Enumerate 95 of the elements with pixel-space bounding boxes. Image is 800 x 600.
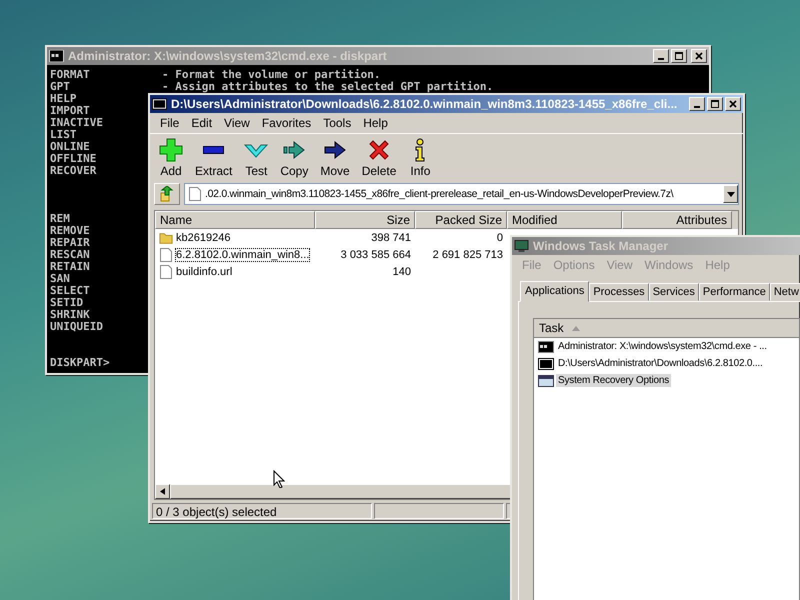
file-name[interactable]: kb2619246 xyxy=(176,232,230,244)
extract-button[interactable]: Extract xyxy=(190,137,238,179)
maximize-icon xyxy=(710,99,720,109)
close-button[interactable] xyxy=(691,49,707,63)
task-item[interactable]: Administrator: X:\windows\system32\cmd.exe - ... xyxy=(556,340,769,353)
left-arrow-icon xyxy=(160,488,165,495)
console-command: REMOVE xyxy=(50,225,90,237)
column-header[interactable]: Attributes xyxy=(622,211,732,229)
column-header[interactable]: Task xyxy=(534,319,799,338)
maximize-button[interactable] xyxy=(671,49,687,63)
console-command: RESCAN xyxy=(50,249,90,261)
menu-item[interactable]: Edit xyxy=(185,115,218,131)
info-button[interactable]: Info xyxy=(403,137,438,179)
console-command: LIST xyxy=(50,129,76,141)
console-command: UNIQUEID xyxy=(50,321,103,333)
x-mark-icon xyxy=(367,138,392,162)
window-title: D:\Users\Administrator\Downloads\6.2.8102.0.winmain_win8m3.110823-1455_x86fre_cli... xyxy=(171,97,678,111)
column-header[interactable]: Modified xyxy=(507,211,622,229)
console-command: REPAIR xyxy=(50,237,90,249)
column-header[interactable]: Size xyxy=(315,211,415,229)
mouse-pointer-icon xyxy=(273,470,285,488)
console-command: FORMAT xyxy=(50,69,91,81)
menu-item[interactable]: Favorites xyxy=(256,115,318,131)
window-icon xyxy=(538,374,554,386)
minimize-button[interactable] xyxy=(653,49,669,63)
sort-arrow-icon xyxy=(572,326,580,330)
maximize-button[interactable] xyxy=(707,97,723,111)
file-name[interactable]: buildinfo.url xyxy=(176,266,232,278)
tab[interactable]: Performance xyxy=(698,283,770,301)
move-button[interactable]: Move xyxy=(315,137,355,179)
console-command: RETAIN xyxy=(50,261,90,273)
plus-icon xyxy=(159,138,183,162)
close-icon xyxy=(728,99,738,109)
window-title: Administrator: X:\windows\system32\cmd.exe - diskpart xyxy=(68,49,388,63)
archive-app-icon xyxy=(152,98,167,110)
minimize-icon xyxy=(694,106,700,108)
menu-item[interactable]: File xyxy=(154,115,186,131)
console-command: REM xyxy=(50,213,70,225)
tab[interactable]: Applications xyxy=(520,281,590,302)
menu-item[interactable]: Tools xyxy=(317,115,358,131)
maximize-icon xyxy=(674,51,684,61)
task-item[interactable]: System Recovery Options xyxy=(556,374,671,387)
folder-up-icon xyxy=(159,186,175,202)
console-command: SETID xyxy=(50,297,84,309)
console-command: SHRINK xyxy=(50,309,90,321)
file-name[interactable]: 6.2.8102.0.winmain_win8... xyxy=(176,248,310,260)
delete-button[interactable]: Delete xyxy=(356,137,402,179)
console-command: HELP xyxy=(50,93,76,105)
console-command: GPT xyxy=(50,81,71,93)
tab[interactable]: Netw xyxy=(770,283,800,301)
console-command: SELECT xyxy=(50,285,90,297)
window-title: Windows Task Manager xyxy=(533,239,670,253)
document-icon xyxy=(189,187,201,201)
up-folder-button[interactable] xyxy=(154,183,180,205)
address-field[interactable]: .02.0.winmain_win8m3.110823-1455_x86fre_client-prerelease_retail_en-us-WindowsDeveloperPreview.7z\ xyxy=(184,183,739,205)
console-text: - Format the volume or partition. xyxy=(162,69,381,81)
console-prompt: DISKPART> xyxy=(50,357,110,369)
close-button[interactable] xyxy=(725,97,741,111)
file-size: 398 741 xyxy=(371,232,411,244)
file-size: 3 033 585 664 xyxy=(340,248,411,260)
arrow-icon xyxy=(282,138,306,162)
dropdown-button[interactable] xyxy=(723,185,738,203)
test-button[interactable]: Test xyxy=(239,137,274,179)
console-command: IMPORT xyxy=(50,105,90,117)
archive-app-icon xyxy=(538,358,554,370)
status-text: 0 / 3 object(s) selected xyxy=(152,503,372,519)
console-command: SAN xyxy=(50,273,70,285)
packed-size: 2 691 825 713 xyxy=(432,248,503,260)
document-icon xyxy=(159,248,173,262)
console-icon xyxy=(538,340,554,352)
console-icon xyxy=(49,50,64,62)
tab[interactable]: Services xyxy=(648,283,699,301)
column-header[interactable]: Packed Size xyxy=(415,211,507,229)
console-command: ONLINE xyxy=(50,141,90,153)
menu-item[interactable]: Help xyxy=(357,115,394,131)
column-header[interactable]: Name xyxy=(155,211,315,229)
task-item[interactable]: D:\Users\Administrator\Downloads\6.2.8102.0.... xyxy=(556,357,765,370)
minimize-button[interactable] xyxy=(689,97,705,111)
caret-icon xyxy=(726,192,734,196)
minus-icon xyxy=(203,146,224,154)
console-text: - Assign attributes to the selected GPT partition. xyxy=(162,81,494,93)
add-button[interactable]: Add xyxy=(154,137,188,179)
file-size: 140 xyxy=(392,266,411,278)
document-icon xyxy=(159,264,173,278)
arrow-icon xyxy=(323,138,348,162)
packed-size: 0 xyxy=(496,232,503,244)
console-command: RECOVER xyxy=(50,165,96,177)
close-icon xyxy=(694,51,704,61)
copy-button[interactable]: Copy xyxy=(275,137,314,179)
menu-item[interactable]: View xyxy=(218,115,256,131)
console-command: OFFLINE xyxy=(50,153,96,165)
monitor-icon xyxy=(514,240,529,252)
minimize-icon xyxy=(658,58,664,60)
console-command: INACTIVE xyxy=(50,117,103,129)
tab[interactable]: Processes xyxy=(589,283,649,301)
